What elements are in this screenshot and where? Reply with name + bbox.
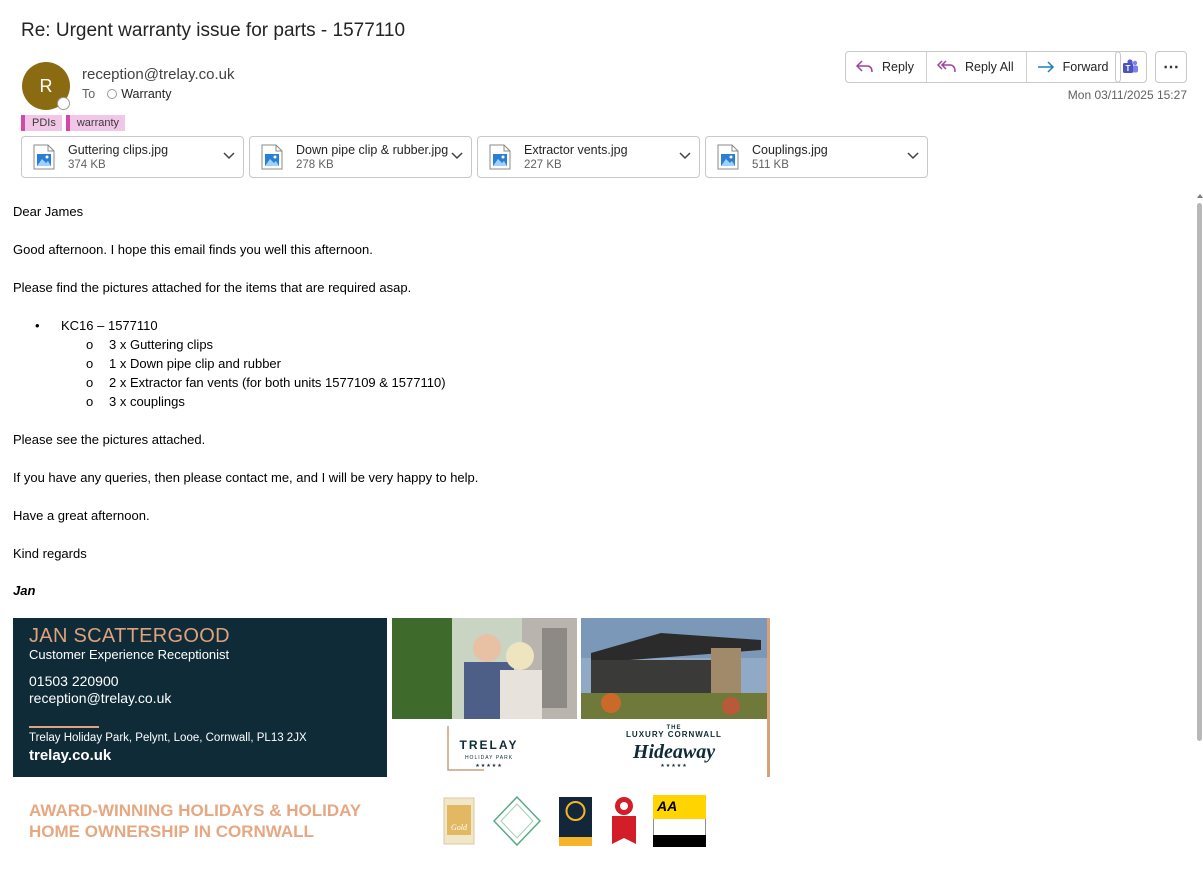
award-text: AWARD-WINNING HOLIDAYS & HOLIDAY HOME OW… (29, 800, 361, 842)
image-file-icon (717, 144, 739, 170)
image-file-icon (489, 144, 511, 170)
chevron-down-icon (223, 152, 235, 160)
attachment-size: 511 KB (752, 159, 789, 171)
reply-all-icon (936, 60, 956, 73)
recipient-name[interactable]: Warranty (121, 87, 171, 101)
sig-name: JAN SCATTERGOOD (29, 625, 230, 647)
attachment-name: Extractor vents.jpg (524, 143, 628, 157)
diamond-award-badge-icon (493, 796, 541, 846)
attachment-item[interactable]: Couplings.jpg 511 KB (705, 136, 928, 178)
svg-text:LUXURY CORNWALL: LUXURY CORNWALL (626, 730, 722, 739)
forward-label: Forward (1062, 60, 1109, 74)
reply-button[interactable]: Reply (846, 52, 927, 82)
attachment-size: 227 KB (524, 159, 562, 171)
attachment-name: Guttering clips.jpg (68, 143, 169, 157)
presence-ring-icon (107, 89, 118, 99)
scroll-up-icon[interactable] (1197, 193, 1203, 199)
forward-button[interactable]: Forward (1027, 52, 1121, 82)
attachment-name: Couplings.jpg (752, 143, 828, 157)
category-tags: PDIs warranty (21, 115, 126, 131)
body-paragraph: Good afternoon. I hope this email finds … (13, 242, 373, 257)
sig-website[interactable]: trelay.co.uk (29, 747, 111, 764)
bullet-dot: • (35, 318, 40, 333)
sub-bullet-icon: o (86, 356, 94, 371)
sub-bullet-icon: o (86, 375, 94, 390)
chevron-down-icon (907, 152, 919, 160)
svg-text:AA: AA (656, 798, 677, 814)
bullet-item: KC16 – 1577110 (61, 318, 158, 333)
divider (767, 618, 770, 777)
award-line: AWARD-WINNING HOLIDAYS & HOLIDAY (29, 801, 362, 820)
sub-bullet-icon: o (86, 394, 94, 409)
chevron-down-icon (679, 152, 691, 160)
attachment-size: 374 KB (68, 159, 106, 171)
body-paragraph: Please see the pictures attached. (13, 432, 206, 447)
couple-photo (392, 618, 577, 719)
tag-warranty[interactable]: warranty (65, 115, 126, 131)
reply-label: Reply (882, 60, 914, 74)
attachment-size: 278 KB (296, 159, 334, 171)
forward-arrow-icon (1037, 61, 1054, 73)
award-line: HOME OWNERSHIP IN CORNWALL (29, 822, 314, 841)
reply-icon (856, 60, 873, 73)
reply-all-button[interactable]: Reply All (927, 52, 1027, 82)
divider (29, 726, 99, 728)
attachment-item[interactable]: Down pipe clip & rubber.jpg 278 KB (249, 136, 472, 178)
presence-status-icon (57, 97, 70, 110)
sig-role: Customer Experience Receptionist (29, 647, 230, 662)
svg-text:Gold: Gold (451, 823, 468, 832)
sub-item: 1 x Down pipe clip and rubber (109, 356, 281, 371)
greeting: Dear James (13, 204, 84, 219)
body-paragraph: Please find the pictures attached for th… (13, 280, 412, 295)
received-date: Mon 03/11/2025 15:27 (1067, 88, 1187, 102)
reply-all-label: Reply All (964, 60, 1014, 74)
sub-item: 3 x Guttering clips (109, 337, 214, 352)
message-actions: Reply Reply All Forward (845, 51, 1122, 83)
aa-holiday-park-badge-icon: AA (653, 795, 706, 847)
sig-address: Trelay Holiday Park, Pelynt, Looe, Cornw… (29, 732, 307, 744)
lodge-photo (581, 618, 767, 719)
trelay-logo-graphic: TRELAY HOLIDAY PARK ★★★★★ (447, 726, 519, 771)
sig-phone: 01503 220900 (29, 673, 119, 689)
scrollbar-thumb[interactable] (1197, 203, 1202, 741)
cornwall-tourism-awards-badge-icon (559, 797, 592, 846)
body-paragraph: If you have any queries, then please con… (13, 470, 479, 485)
svg-text:Hideaway: Hideaway (632, 741, 715, 763)
more-options-button[interactable]: ⋯ (1155, 51, 1187, 83)
more-icon: ⋯ (1163, 59, 1179, 76)
tag-pdis[interactable]: PDIs (21, 115, 62, 131)
sig-email[interactable]: reception@trelay.co.uk (29, 690, 171, 706)
sub-item: 2 x Extractor fan vents (for both units … (109, 375, 446, 390)
rose-award-badge-icon (612, 797, 636, 844)
attachment-item[interactable]: Guttering clips.jpg 374 KB (21, 136, 244, 178)
attachment-name: Down pipe clip & rubber.jpg (296, 143, 449, 157)
teams-icon: T (1123, 59, 1138, 73)
image-file-icon (33, 144, 55, 170)
trelay-logo: TRELAY HOLIDAY PARK ★★★★★ (392, 720, 577, 777)
svg-text:★★★★★: ★★★★★ (660, 763, 687, 769)
svg-text:T: T (1126, 64, 1131, 73)
recipient-line: To Warranty (82, 87, 171, 101)
hideaway-logo: THE LUXURY CORNWALL Hideaway ★★★★★ (581, 720, 767, 777)
hideaway-logo-graphic: THE LUXURY CORNWALL Hideaway ★★★★★ (626, 725, 722, 769)
to-label: To (82, 87, 96, 101)
attachment-list: Guttering clips.jpg 374 KB Down pipe cli… (21, 136, 928, 178)
body-paragraph: Have a great afternoon. (13, 508, 150, 523)
signature-name: Jan (13, 583, 36, 598)
chevron-down-icon (451, 152, 463, 160)
sender-email[interactable]: reception@trelay.co.uk (82, 66, 235, 83)
teams-button[interactable]: T (1115, 51, 1147, 83)
visitengland-gold-badge-icon: Gold (443, 797, 475, 845)
sub-item: 3 x couplings (109, 394, 185, 409)
email-subject: Re: Urgent warranty issue for parts - 15… (21, 20, 406, 41)
attachment-item[interactable]: Extractor vents.jpg 227 KB (477, 136, 700, 178)
svg-text:TRELAY: TRELAY (460, 738, 519, 752)
svg-text:★★★★★: ★★★★★ (475, 763, 502, 769)
sub-bullet-icon: o (86, 337, 94, 352)
svg-text:HOLIDAY PARK: HOLIDAY PARK (465, 755, 513, 761)
image-file-icon (261, 144, 283, 170)
closing: Kind regards (13, 546, 87, 561)
